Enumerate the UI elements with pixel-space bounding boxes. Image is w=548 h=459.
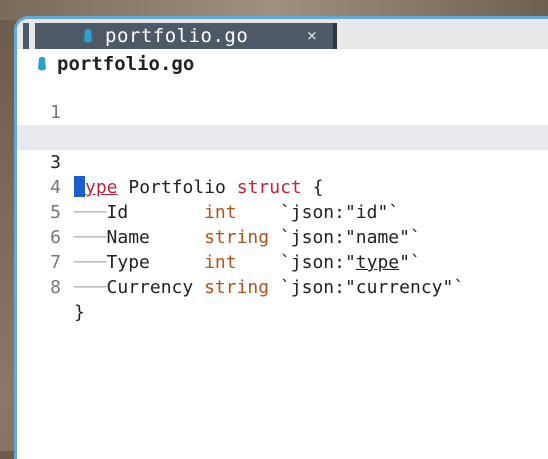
code-line[interactable]: 7 ───Currency string `json:"currency"` [17, 225, 548, 298]
current-line[interactable]: 3 ype Portfolio struct { [17, 125, 548, 198]
code-line[interactable]: 4 ───Id int `json:"id"` [17, 150, 548, 223]
tag-value: currency [355, 277, 443, 298]
code-line[interactable]: 5 ───Name string `json:"name"` [17, 175, 548, 248]
tag-suffix: "` [442, 277, 465, 298]
brace: } [74, 302, 85, 323]
tab-title: portfolio.go [105, 25, 249, 47]
go-file-icon [84, 29, 92, 43]
tag-prefix: `json:" [269, 277, 356, 298]
editor-window: portfolio.go × portfolio.go 1 package mo… [14, 16, 548, 459]
code-line[interactable]: 6 ───Type int `json:"type"` [17, 200, 548, 273]
code-editor[interactable]: 1 package model 2 3 ype Portfolio struct… [17, 75, 548, 323]
file-name: portfolio.go [57, 53, 195, 75]
tab-edge [23, 23, 29, 49]
code-line[interactable]: 8 } [17, 250, 548, 323]
close-icon[interactable]: × [307, 26, 317, 46]
line-number: 8 [50, 277, 61, 298]
file-header: portfolio.go [37, 52, 194, 76]
tab-portfolio-go[interactable]: portfolio.go × [35, 23, 335, 49]
code-line[interactable]: 1 package model [17, 75, 548, 148]
field-type: string [204, 277, 270, 298]
code-line[interactable]: 2 [17, 100, 548, 148]
tab-edge [333, 23, 337, 49]
go-file-icon [38, 57, 46, 71]
field-name: Currency [106, 277, 194, 298]
tab-bar: portfolio.go × [17, 19, 548, 49]
